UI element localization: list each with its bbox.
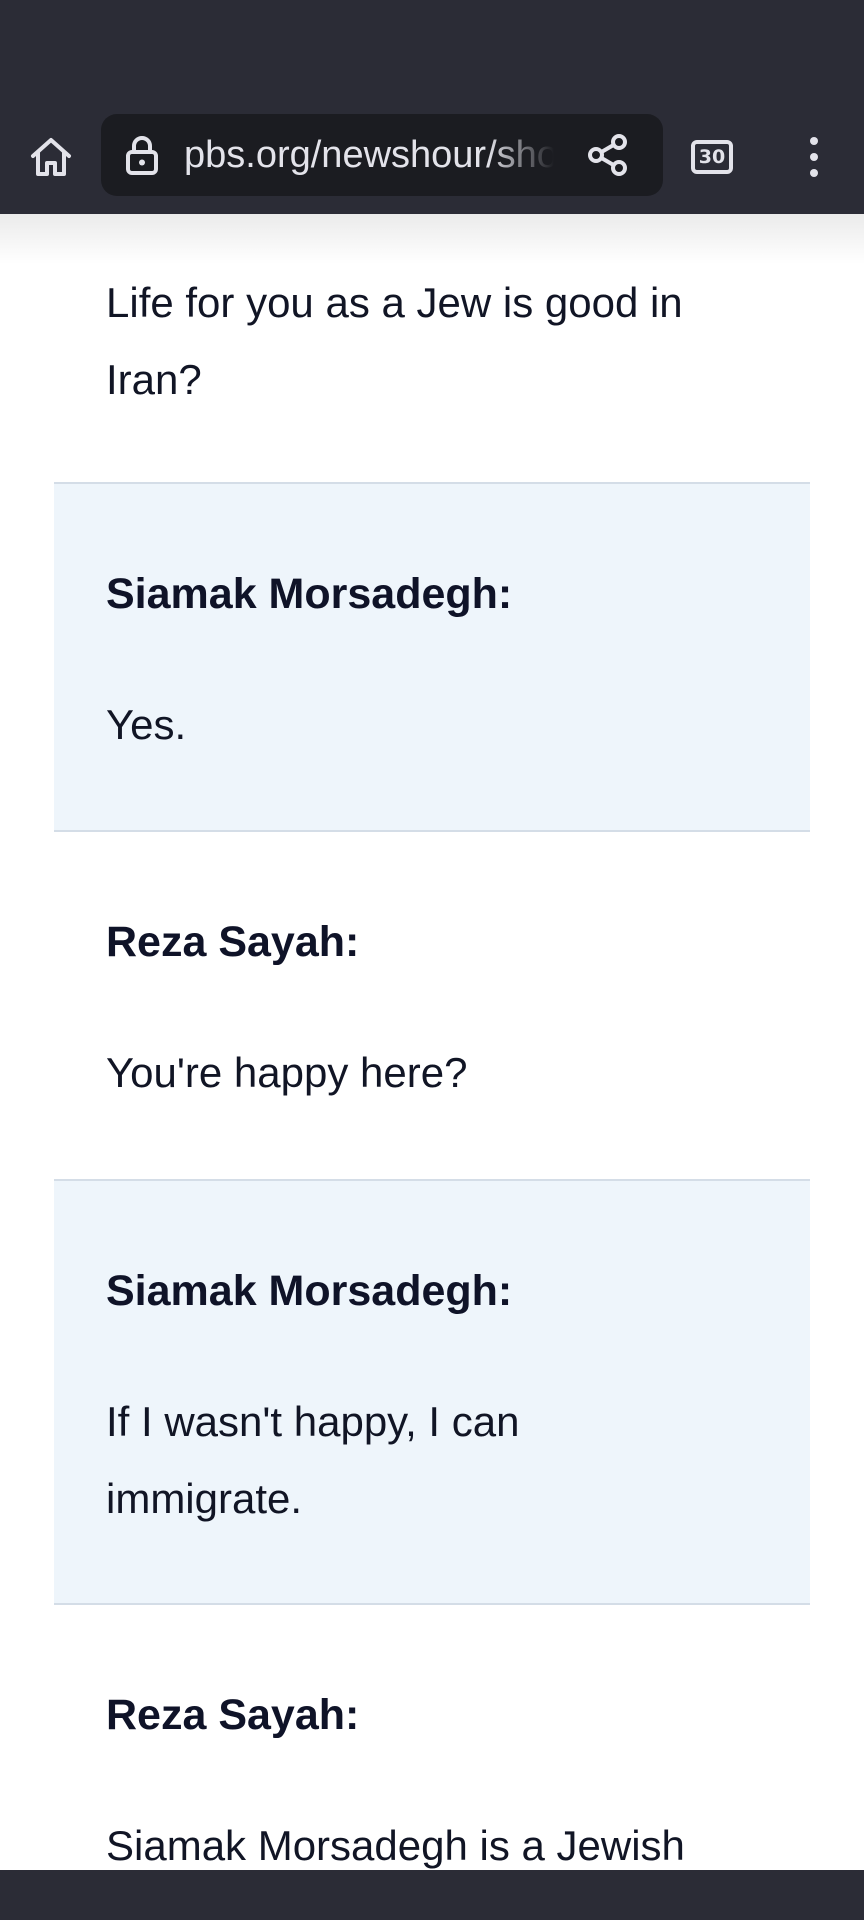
speaker-name: Siamak Morsadegh: [106, 570, 513, 618]
tab-switcher-button[interactable]: 30 [684, 132, 740, 182]
speaker-text: Yes. [106, 701, 187, 748]
address-bar[interactable]: pbs.org/newshour/show [101, 114, 663, 196]
share-icon [588, 134, 627, 176]
transcript-content: Life for you as a Jew is good in Iran? S… [0, 214, 864, 1870]
lock-icon[interactable] [121, 134, 163, 176]
speaker-text: If I wasn't happy, I can immigrate. [106, 1398, 520, 1522]
speaker-name: Reza Sayah: [106, 918, 360, 966]
home-button[interactable] [22, 128, 80, 186]
browser-toolbar: pbs.org/newshour/show 30 [0, 98, 864, 214]
more-vert-icon [810, 137, 818, 177]
tab-count: 30 [691, 140, 733, 174]
transcript-question: Life for you as a Jew is good in Iran? [106, 279, 683, 403]
url-text[interactable]: pbs.org/newshour/show [184, 114, 554, 196]
more-options-button[interactable] [792, 128, 836, 186]
transcript-entry-highlighted [54, 482, 810, 832]
status-bar [0, 0, 864, 98]
speaker-text: You're happy here? [106, 1049, 468, 1096]
share-button[interactable] [583, 130, 633, 180]
home-icon [31, 138, 71, 176]
navigation-bar [0, 1870, 864, 1920]
speaker-name: Reza Sayah: [106, 1691, 360, 1739]
speaker-text: Siamak Morsadegh is a Jewish [106, 1822, 685, 1869]
speaker-name: Siamak Morsadegh: [106, 1267, 513, 1315]
